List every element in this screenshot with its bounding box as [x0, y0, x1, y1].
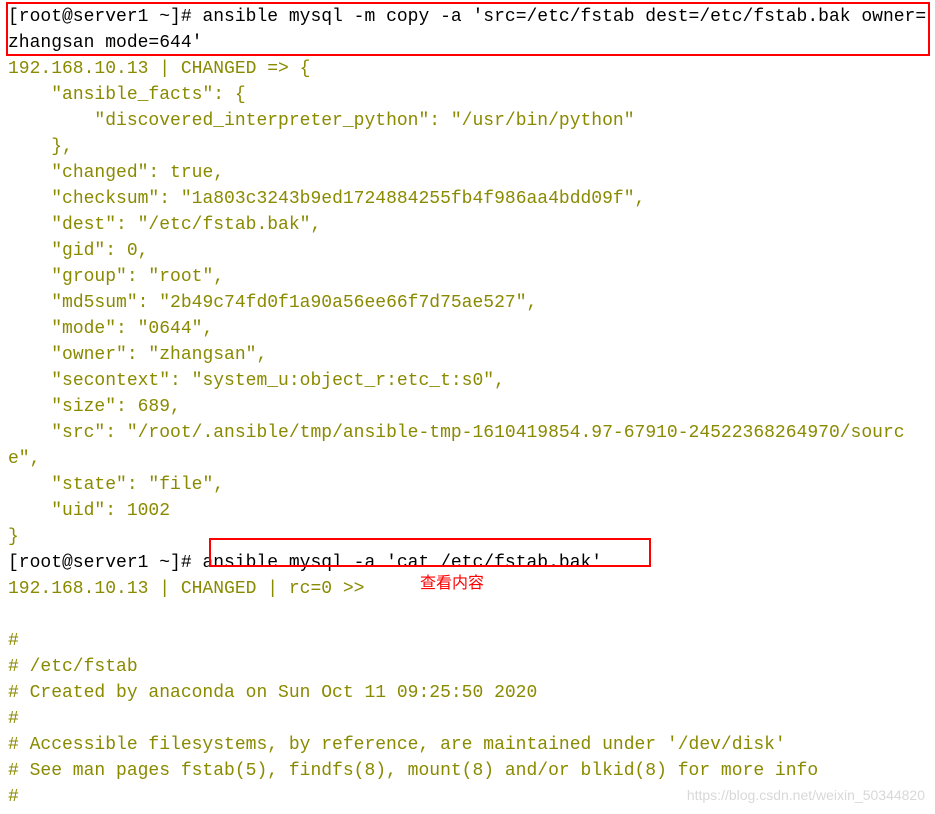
output-fstab-l7: #	[8, 787, 19, 807]
terminal-output: [root@server1 ~]# ansible mysql -m copy …	[8, 4, 927, 810]
output-size: "size": 689,	[8, 397, 181, 417]
output-fstab-l2: # /etc/fstab	[8, 657, 138, 677]
output-fstab-l5: # Accessible filesystems, by reference, …	[8, 735, 786, 755]
output-facts-close: },	[8, 137, 73, 157]
output-host-line-1: 192.168.10.13 | CHANGED => {	[8, 59, 310, 79]
output-src: "src": "/root/.ansible/tmp/ansible-tmp-1…	[8, 423, 905, 469]
output-changed: "changed": true,	[8, 163, 224, 183]
output-secontext: "secontext": "system_u:object_r:etc_t:s0…	[8, 371, 505, 391]
output-checksum: "checksum": "1a803c3243b9ed1724884255fb4…	[8, 189, 645, 209]
output-fstab-l3: # Created by anaconda on Sun Oct 11 09:2…	[8, 683, 537, 703]
output-fstab-l6: # See man pages fstab(5), findfs(8), mou…	[8, 761, 818, 781]
shell-prompt-1: [root@server1 ~]#	[8, 7, 202, 27]
shell-command-2[interactable]: ansible mysql -a 'cat /etc/fstab.bak'	[202, 553, 602, 573]
output-fstab-l1: #	[8, 631, 19, 651]
output-owner: "owner": "zhangsan",	[8, 345, 267, 365]
output-facts-open: "ansible_facts": {	[8, 85, 246, 105]
output-dest: "dest": "/etc/fstab.bak",	[8, 215, 321, 235]
shell-prompt-2: [root@server1 ~]#	[8, 553, 202, 573]
output-state: "state": "file",	[8, 475, 224, 495]
output-group: "group": "root",	[8, 267, 224, 287]
output-facts-interp: "discovered_interpreter_python": "/usr/b…	[8, 111, 635, 131]
output-uid: "uid": 1002	[8, 501, 170, 521]
output-close-brace: }	[8, 527, 19, 547]
output-host-line-2: 192.168.10.13 | CHANGED | rc=0 >>	[8, 579, 364, 599]
annotation-label: 查看内容	[420, 571, 484, 597]
output-fstab-l4: #	[8, 709, 19, 729]
output-md5sum: "md5sum": "2b49c74fd0f1a90a56ee66f7d75ae…	[8, 293, 537, 313]
output-gid: "gid": 0,	[8, 241, 148, 261]
output-mode: "mode": "0644",	[8, 319, 213, 339]
